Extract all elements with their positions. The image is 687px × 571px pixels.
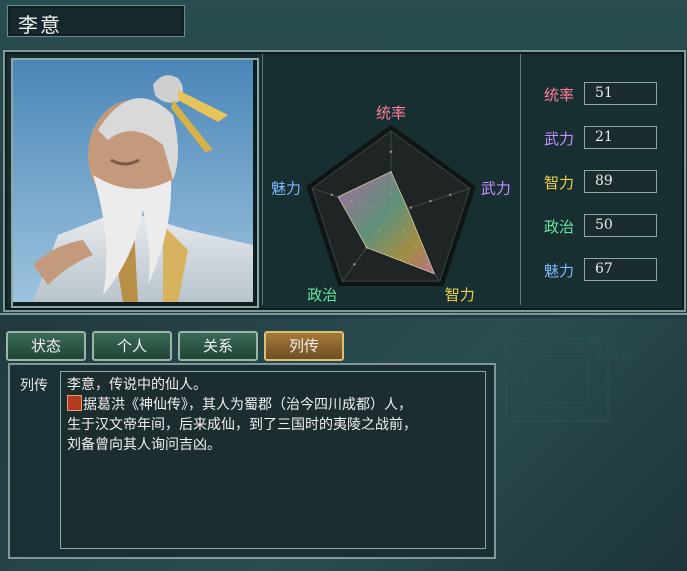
- stat-value-box-politics: 50: [584, 214, 657, 237]
- radar-tick-dot: [409, 206, 412, 209]
- stat-value-charm: 67: [595, 261, 613, 277]
- portrait-illustration: [13, 60, 253, 302]
- annotation-icon[interactable]: [67, 395, 82, 411]
- radar-tick-dot: [330, 193, 333, 196]
- stat-value-politics: 50: [595, 217, 613, 233]
- stat-value-box-intelligence: 89: [584, 170, 657, 193]
- stat-row-war: 武力 21: [524, 126, 679, 150]
- radar-svg: 统率武力智力 政治 魅力: [271, 104, 511, 304]
- radar-label-intelligence: 智力: [445, 286, 475, 304]
- stats-panel: 统率 51 武力 21 智力 89 政治 50 魅力 67: [524, 56, 679, 304]
- map-wall-decoration: [525, 355, 589, 404]
- radar-tick-dot: [389, 150, 393, 153]
- biography-line: 生于汉文帝年间，后来成仙，到了三国时的夷陵之战前，: [67, 417, 417, 433]
- stat-row-charm: 魅力 67: [524, 258, 679, 282]
- biography-line-text: 据葛洪《神仙传》，其人为蜀郡（治今四川成都）人，: [83, 397, 412, 413]
- stats-radar-chart: 统率武力智力 政治 魅力: [262, 54, 521, 305]
- radar-label-charm: 魅力: [271, 179, 301, 197]
- stat-label-politics: 政治: [544, 218, 575, 236]
- radar-label-war: 武力: [481, 179, 511, 197]
- biography-line: 据葛洪《神仙传》，其人为蜀郡（治今四川成都）人，: [67, 395, 479, 415]
- officer-portrait: [11, 58, 259, 308]
- tab-status[interactable]: 状态: [6, 331, 86, 361]
- stat-value-command: 51: [595, 85, 613, 101]
- biography-line: 李意，传说中的仙人。: [67, 377, 207, 393]
- radar-tick-dot: [449, 193, 452, 196]
- biography-line: 刘备曾向其人询问吉凶。: [67, 437, 221, 453]
- stat-label-charm: 魅力: [544, 262, 575, 280]
- stat-row-politics: 政治 50: [524, 214, 679, 238]
- tab-biography[interactable]: 列传: [264, 331, 344, 361]
- stat-row-intelligence: 智力 89: [524, 170, 679, 194]
- radar-label-command: 统率: [376, 104, 406, 122]
- stat-label-intelligence: 智力: [544, 174, 575, 192]
- stat-label-command: 统率: [544, 86, 575, 104]
- tab-relations[interactable]: 关系: [178, 331, 258, 361]
- map-troop-count: 80000: [595, 348, 634, 362]
- radar-tick-dot: [429, 199, 432, 203]
- stat-value-box-command: 51: [584, 82, 657, 105]
- biography-text-box[interactable]: 李意，传说中的仙人。 据葛洪《神仙传》，其人为蜀郡（治今四川成都）人， 生于汉文…: [60, 371, 486, 549]
- stat-value-intelligence: 89: [595, 173, 613, 189]
- radar-label-politics: 政治: [307, 286, 337, 304]
- stat-label-war: 武力: [544, 130, 575, 148]
- officer-name: 李意: [18, 13, 62, 37]
- radar-tick-dot: [353, 263, 356, 266]
- section-divider: [0, 313, 687, 315]
- biography-label: 列传: [20, 378, 48, 394]
- stat-value-box-war: 21: [584, 126, 657, 149]
- stat-row-command: 统率 51: [524, 82, 679, 106]
- name-title-box: 李意: [7, 5, 185, 37]
- stat-value-box-charm: 67: [584, 258, 657, 281]
- stat-value-war: 21: [595, 129, 613, 145]
- tab-personal[interactable]: 个人: [92, 331, 172, 361]
- biography-panel: 列传 李意，传说中的仙人。 据葛洪《神仙传》，其人为蜀郡（治今四川成都）人， 生…: [8, 363, 496, 559]
